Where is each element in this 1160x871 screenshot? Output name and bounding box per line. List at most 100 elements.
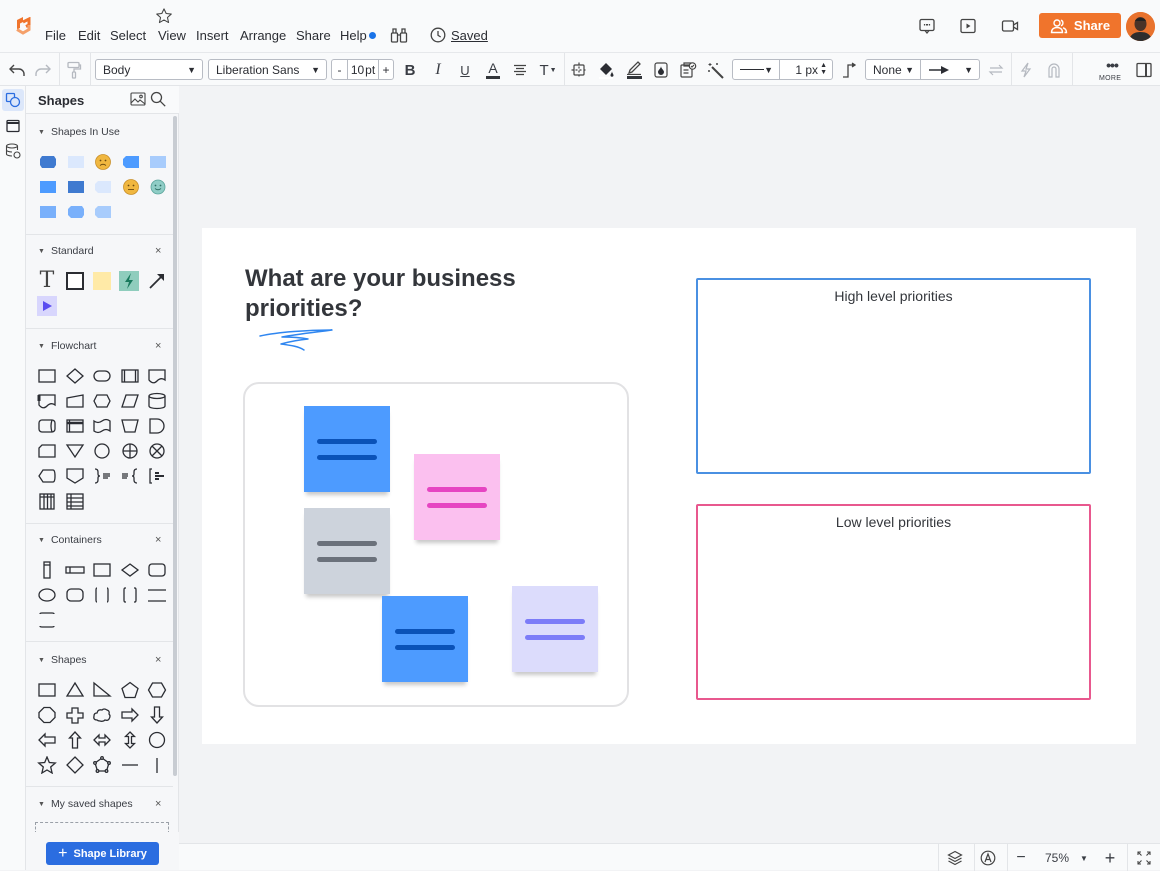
circle-shape[interactable] (146, 730, 168, 750)
share-button[interactable]: Share (1039, 13, 1121, 38)
manual-input-shape[interactable] (64, 391, 86, 411)
hex-mid-blue-shape[interactable] (65, 202, 87, 222)
hex-light-blue-shape[interactable] (92, 202, 114, 222)
swap-line-ends-icon[interactable] (987, 61, 1005, 79)
binoculars-icon[interactable] (390, 27, 408, 43)
opacity-icon[interactable] (652, 61, 670, 79)
section-standard[interactable]: ▼ Standard (38, 245, 94, 257)
sticky-note[interactable] (304, 508, 390, 594)
double-arrow-shape[interactable] (91, 730, 113, 750)
right-panel-toggle-icon[interactable] (1135, 61, 1153, 79)
video-call-icon[interactable] (1000, 16, 1020, 36)
menu-insert[interactable]: Insert (196, 28, 229, 43)
more-icon[interactable]: ••• (1102, 56, 1122, 74)
favorite-star-icon[interactable] (155, 7, 173, 25)
hex-dark-shape[interactable] (37, 152, 59, 172)
document-shape[interactable] (146, 366, 168, 386)
layers-icon[interactable] (944, 848, 966, 868)
rounded-container-shape[interactable] (146, 560, 168, 580)
navigate-icon[interactable] (977, 848, 999, 868)
undo-icon[interactable] (7, 61, 27, 79)
zoom-level[interactable]: 75% (1039, 848, 1075, 868)
annotation-left-shape[interactable] (119, 466, 141, 486)
horizontal-brace-container-shape[interactable] (146, 585, 168, 605)
right-arrow-shape[interactable] (119, 705, 141, 725)
lightning-icon[interactable] (1017, 61, 1035, 79)
diamond-container-shape[interactable] (119, 560, 141, 580)
zoom-out-button[interactable]: − (1011, 848, 1031, 868)
off-page-shape[interactable] (64, 466, 86, 486)
sticky-note[interactable] (512, 586, 598, 672)
triangle-shape[interactable] (64, 680, 86, 700)
section-containers[interactable]: ▼ Containers (38, 534, 102, 546)
zoom-dropdown-icon[interactable]: ▼ (1078, 848, 1090, 868)
text-options-button[interactable]: T ▼ (538, 61, 558, 79)
underline-button[interactable]: U (456, 61, 474, 79)
sticky-note[interactable] (414, 454, 500, 540)
shape-library-button[interactable]: + Shape Library (46, 842, 159, 865)
menu-file[interactable]: File (45, 28, 66, 43)
terminator-shape[interactable] (91, 366, 113, 386)
menu-view[interactable]: View (158, 28, 186, 43)
bracket-container-shape[interactable] (119, 585, 141, 605)
save-status[interactable]: Saved (430, 27, 488, 43)
vertical-double-arrow-shape[interactable] (119, 730, 141, 750)
rect-container-shape[interactable] (91, 560, 113, 580)
or-shape[interactable] (146, 441, 168, 461)
list-shape[interactable] (64, 491, 86, 511)
line-style-select[interactable]: ▼ (732, 59, 780, 80)
scribble-drawing[interactable] (258, 328, 336, 352)
horizontal-bracket-container-shape[interactable] (36, 610, 58, 630)
redo-icon[interactable] (33, 61, 53, 79)
right-triangle-shape[interactable] (91, 680, 113, 700)
fullscreen-icon[interactable] (1134, 848, 1154, 868)
zoom-in-button[interactable]: + (1100, 848, 1120, 868)
rectangle-basic-shape[interactable] (36, 680, 58, 700)
sticky-note[interactable] (304, 406, 390, 492)
align-text-icon[interactable] (511, 61, 529, 79)
data-icon[interactable] (2, 140, 24, 162)
section-shapes[interactable]: ▼ Shapes (38, 654, 87, 666)
pentagon-shape[interactable] (119, 680, 141, 700)
app-logo-icon[interactable] (13, 17, 33, 35)
process-shape[interactable] (36, 366, 58, 386)
font-size-input[interactable]: 10 pt (347, 60, 379, 79)
text-shape[interactable]: T (36, 270, 58, 292)
up-arrow-shape[interactable] (64, 730, 86, 750)
image-search-icon[interactable] (130, 92, 146, 106)
hex-pale-shape[interactable] (92, 177, 114, 197)
predefined-process-shape[interactable] (119, 366, 141, 386)
action-shape[interactable] (36, 296, 58, 316)
menu-edit[interactable]: Edit (78, 28, 100, 43)
font-size-stepper[interactable]: - 10 pt + (331, 59, 394, 80)
star-shape[interactable] (36, 755, 58, 775)
more-label[interactable]: MORE (1099, 75, 1121, 82)
frown-face-shape[interactable] (92, 152, 114, 172)
diamond-shape[interactable] (64, 755, 86, 775)
section-flowchart[interactable]: ▼ Flowchart (38, 340, 96, 352)
low-priorities-label[interactable]: Low level priorities (698, 514, 1089, 530)
rectangle-shape[interactable] (64, 271, 86, 291)
summing-junction-shape[interactable] (119, 441, 141, 461)
search-icon[interactable] (150, 91, 166, 107)
arrow-line-shape[interactable] (146, 271, 168, 291)
sticky-note[interactable] (382, 596, 468, 682)
text-style-select[interactable]: Body ▼ (95, 59, 203, 80)
line-color-icon[interactable] (624, 61, 644, 79)
user-avatar[interactable] (1126, 12, 1155, 41)
magnet-icon[interactable] (1045, 61, 1063, 79)
present-icon[interactable] (958, 16, 978, 36)
shape-bounds-icon[interactable] (569, 61, 589, 79)
close-icon[interactable]: × (155, 654, 161, 666)
rect-dark-blue-shape[interactable] (65, 177, 87, 197)
polygon-shape[interactable] (91, 755, 113, 775)
vertical-line-shape[interactable] (146, 755, 168, 775)
multi-document-shape[interactable] (36, 391, 58, 411)
database-shape[interactable] (146, 391, 168, 411)
brace-container-shape[interactable] (91, 585, 113, 605)
menu-arrange[interactable]: Arrange (240, 28, 286, 43)
rect-mid-blue-shape[interactable] (37, 202, 59, 222)
manual-operation-shape[interactable] (119, 416, 141, 436)
conditional-format-icon[interactable] (678, 61, 698, 79)
format-painter-icon[interactable] (64, 61, 84, 79)
